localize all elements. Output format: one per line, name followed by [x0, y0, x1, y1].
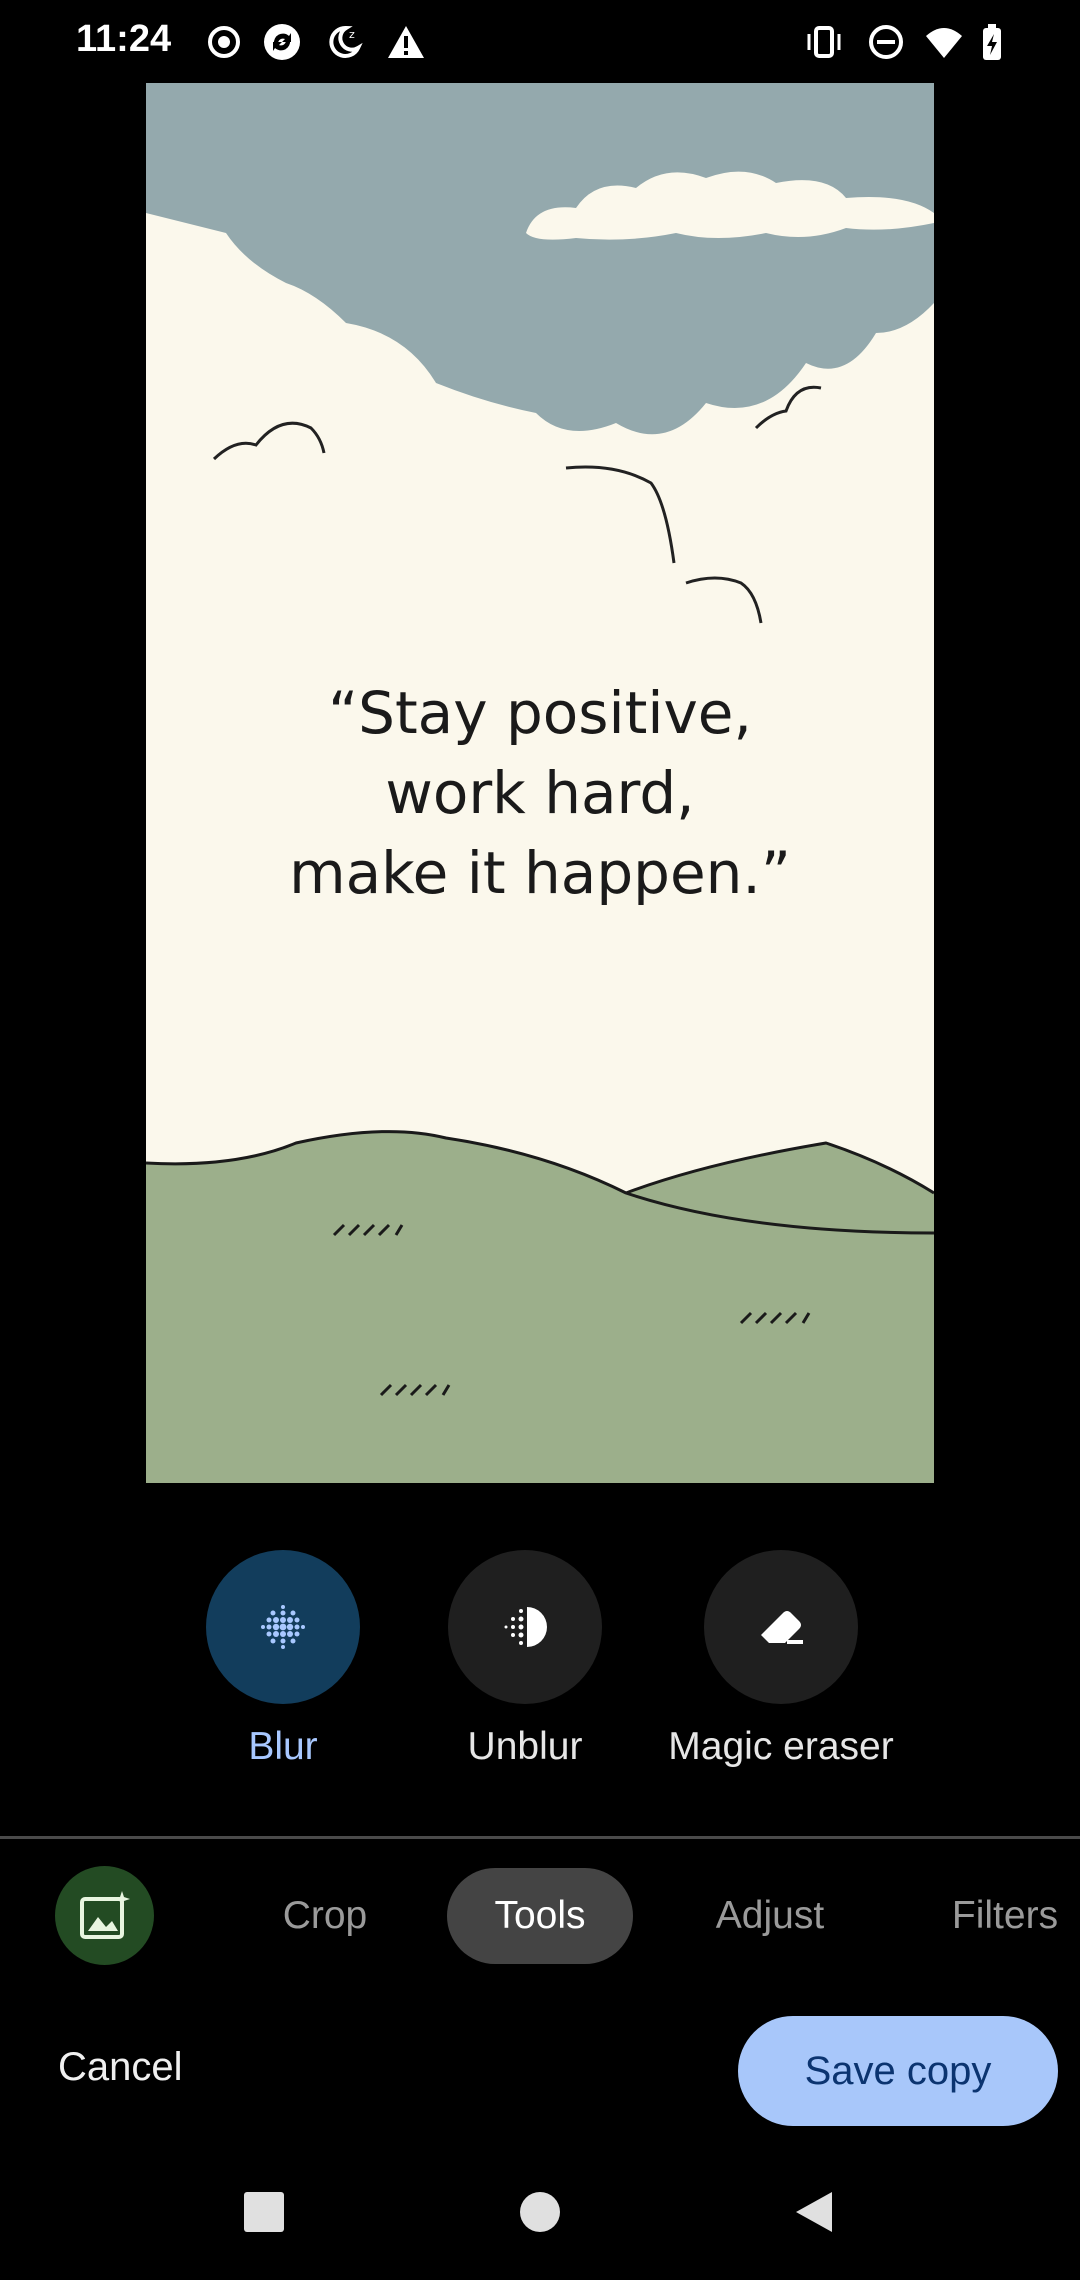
back-icon — [796, 2192, 832, 2232]
unblur-tool-label: Unblur — [467, 1725, 583, 1768]
magic-eraser-tool-button[interactable] — [704, 1550, 858, 1704]
recents-icon — [244, 2192, 284, 2232]
tab-crop[interactable]: Crop — [260, 1868, 390, 1964]
cancel-button[interactable]: Cancel — [58, 2045, 183, 2090]
warning-icon — [386, 22, 426, 62]
vibrate-icon — [804, 22, 844, 62]
home-button[interactable] — [518, 2190, 562, 2239]
blur-tool-button[interactable] — [206, 1550, 360, 1704]
save-copy-button[interactable]: Save copy — [738, 2016, 1058, 2126]
back-button[interactable] — [792, 2190, 836, 2239]
tab-tools[interactable]: Tools — [447, 1868, 633, 1964]
blur-icon — [261, 1605, 305, 1649]
quote-line-2: work hard, — [385, 759, 694, 827]
status-time: 11:24 — [76, 18, 172, 60]
do-not-disturb-moon-icon: z — [324, 22, 364, 62]
record-icon — [204, 22, 244, 62]
divider — [0, 1836, 1080, 1839]
blur-tool-label: Blur — [248, 1725, 318, 1768]
tab-filters[interactable]: Filters — [930, 1868, 1080, 1964]
quote-line-3: make it happen.” — [289, 839, 791, 907]
eraser-icon — [761, 1611, 803, 1644]
sync-icon — [262, 22, 302, 62]
unblur-tool-button[interactable] — [448, 1550, 602, 1704]
tab-adjust[interactable]: Adjust — [690, 1868, 850, 1964]
dnd-icon — [866, 22, 906, 62]
home-icon — [520, 2192, 560, 2232]
svg-text:z: z — [349, 28, 355, 41]
status-bar: 11:24 z — [0, 0, 1080, 84]
photo-preview[interactable]: “Stay positive, work hard, make it happe… — [146, 83, 934, 1483]
recents-button[interactable] — [242, 2190, 286, 2239]
unblur-icon — [504, 1607, 547, 1647]
battery-charging-icon — [972, 22, 1012, 62]
magic-photo-icon — [79, 1890, 130, 1939]
quote-line-1: “Stay positive, — [328, 679, 752, 747]
wifi-icon — [924, 22, 964, 62]
ai-edit-button[interactable] — [55, 1866, 154, 1965]
magic-eraser-tool-label: Magic eraser — [668, 1725, 894, 1768]
photo-illustration: “Stay positive, work hard, make it happe… — [146, 83, 934, 1483]
